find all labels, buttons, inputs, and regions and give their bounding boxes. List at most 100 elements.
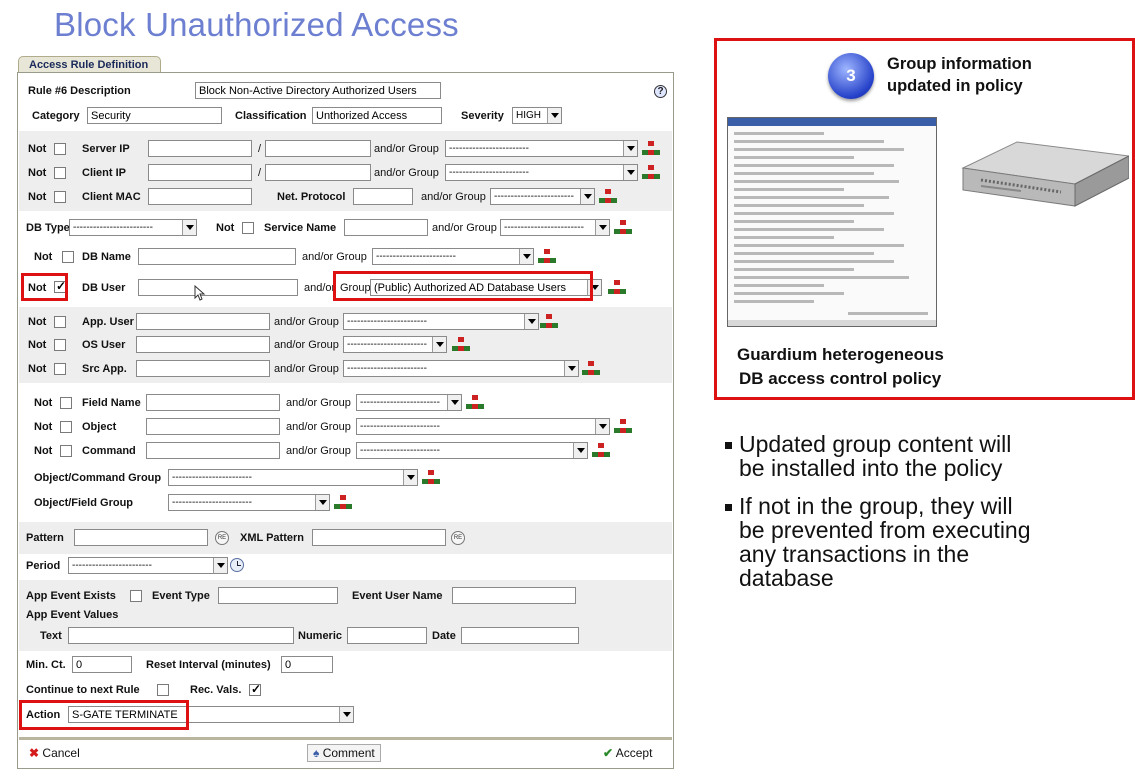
chevron-down-icon <box>432 337 446 352</box>
client-mac-label: Client MAC <box>82 191 141 203</box>
app-user-group-select[interactable]: ------------------------ <box>343 313 539 330</box>
server-ip-not-checkbox[interactable] <box>54 143 66 155</box>
command-input[interactable] <box>146 442 280 459</box>
min-ct-input[interactable]: 0 <box>72 656 132 673</box>
db-type-select[interactable]: ------------------------ <box>69 219 197 236</box>
app-user-label: App. User <box>82 316 134 328</box>
client-ip-mask-input[interactable] <box>265 164 371 181</box>
group-icon[interactable] <box>614 220 632 236</box>
group-icon[interactable] <box>334 495 352 511</box>
period-select[interactable]: ------------------------ <box>68 557 228 574</box>
os-user-input[interactable] <box>136 336 270 353</box>
group-icon[interactable] <box>466 395 484 411</box>
and-or-group-label: and/or Group <box>374 167 439 179</box>
service-name-group-select[interactable]: ------------------------ <box>500 219 610 236</box>
src-app-input[interactable] <box>136 360 270 377</box>
category-input[interactable]: Security <box>87 107 222 124</box>
field-name-group-select[interactable]: ------------------------ <box>356 394 462 411</box>
object-command-group-select[interactable]: ------------------------ <box>168 469 418 486</box>
app-user-input[interactable] <box>136 313 270 330</box>
numeric-input[interactable] <box>347 627 427 644</box>
server-ip-group-select[interactable]: ------------------------ <box>445 140 638 157</box>
classification-input[interactable]: Unthorized Access <box>312 107 442 124</box>
help-icon[interactable]: ? <box>654 85 667 98</box>
pattern-input[interactable] <box>74 529 208 546</box>
client-ip-input[interactable] <box>148 164 252 181</box>
object-input[interactable] <box>146 418 280 435</box>
group-icon[interactable] <box>642 165 660 181</box>
db-name-label: DB Name <box>82 251 131 263</box>
clock-icon[interactable] <box>230 558 244 572</box>
chevron-down-icon <box>339 707 353 722</box>
command-group-select[interactable]: ------------------------ <box>356 442 588 459</box>
not-label: Not <box>28 316 47 328</box>
accept-button[interactable]: ✔ Accept <box>603 746 652 760</box>
description-input[interactable]: Block Non-Active Directory Authorized Us… <box>195 82 441 99</box>
net-protocol-input[interactable] <box>353 188 413 205</box>
client-ip-not-checkbox[interactable] <box>54 167 66 179</box>
group-icon[interactable] <box>599 189 617 205</box>
net-protocol-group-select[interactable]: ------------------------ <box>490 188 595 205</box>
event-user-name-input[interactable] <box>452 587 576 604</box>
reset-interval-input[interactable]: 0 <box>281 656 333 673</box>
os-user-not-checkbox[interactable] <box>54 339 66 351</box>
db-name-group-select[interactable]: ------------------------ <box>372 248 534 265</box>
client-mac-input[interactable] <box>148 188 252 205</box>
cancel-button[interactable]: ✖ Cancel <box>29 746 80 760</box>
src-app-group-select[interactable]: ------------------------ <box>343 360 579 377</box>
server-ip-input[interactable] <box>148 140 252 157</box>
os-user-group-select[interactable]: ------------------------ <box>343 336 447 353</box>
not-label: Not <box>28 363 47 375</box>
app-event-row: App Event Exists Event Type Event User N… <box>18 587 673 607</box>
rec-vals-checkbox[interactable] <box>249 682 261 696</box>
xml-pattern-input[interactable] <box>312 529 446 546</box>
period-row: Period ------------------------ <box>18 557 673 577</box>
db-name-not-checkbox[interactable] <box>62 251 74 263</box>
object-field-group-select[interactable]: ------------------------ <box>168 494 330 511</box>
client-mac-not-checkbox[interactable] <box>54 191 66 203</box>
comment-button[interactable]: ♠ Comment <box>307 744 381 762</box>
field-name-not-checkbox[interactable] <box>60 397 72 409</box>
object-group-select[interactable]: ------------------------ <box>356 418 610 435</box>
group-icon[interactable] <box>582 361 600 377</box>
text-input[interactable] <box>68 627 294 644</box>
service-name-not-checkbox[interactable] <box>242 222 254 234</box>
regex-icon[interactable]: RE <box>451 531 465 545</box>
rec-vals-label: Rec. Vals. <box>190 684 242 696</box>
continue-next-rule-checkbox[interactable] <box>157 684 169 696</box>
date-input[interactable] <box>461 627 579 644</box>
field-name-input[interactable] <box>146 394 280 411</box>
group-icon[interactable] <box>614 419 632 435</box>
service-name-label: Service Name <box>264 222 337 234</box>
group-icon[interactable] <box>608 280 626 296</box>
tab-access-rule-definition[interactable]: Access Rule Definition <box>18 56 162 75</box>
group-icon[interactable] <box>540 314 558 330</box>
group-icon[interactable] <box>642 141 660 157</box>
and-or-group-label: and/or Group <box>274 316 339 328</box>
object-row: Not Object and/or Group ----------------… <box>18 418 673 438</box>
severity-select[interactable]: HIGH <box>512 107 562 124</box>
group-icon[interactable] <box>592 443 610 459</box>
src-app-not-checkbox[interactable] <box>54 363 66 375</box>
app-event-exists-checkbox[interactable] <box>130 590 142 602</box>
service-name-input[interactable] <box>344 219 428 236</box>
command-not-checkbox[interactable] <box>60 445 72 457</box>
group-icon[interactable] <box>452 337 470 353</box>
regex-icon[interactable]: RE <box>215 531 229 545</box>
not-label: Not <box>216 222 235 234</box>
object-not-checkbox[interactable] <box>60 421 72 433</box>
chevron-down-icon <box>524 314 538 329</box>
event-type-input[interactable] <box>218 587 338 604</box>
group-icon[interactable] <box>538 249 556 265</box>
server-ip-mask-input[interactable] <box>265 140 371 157</box>
db-user-input[interactable] <box>138 279 298 296</box>
client-ip-group-select[interactable]: ------------------------ <box>445 164 638 181</box>
and-or-group-label: and/or Group <box>274 339 339 351</box>
bullet-item: Updated group content will be installed … <box>724 432 1135 480</box>
policy-screenshot-thumbnail <box>727 117 937 327</box>
group-icon[interactable] <box>422 470 440 486</box>
db-name-input[interactable] <box>138 248 296 265</box>
app-user-not-checkbox[interactable] <box>54 316 66 328</box>
comment-icon: ♠ <box>313 746 320 760</box>
event-type-label: Event Type <box>152 590 210 602</box>
